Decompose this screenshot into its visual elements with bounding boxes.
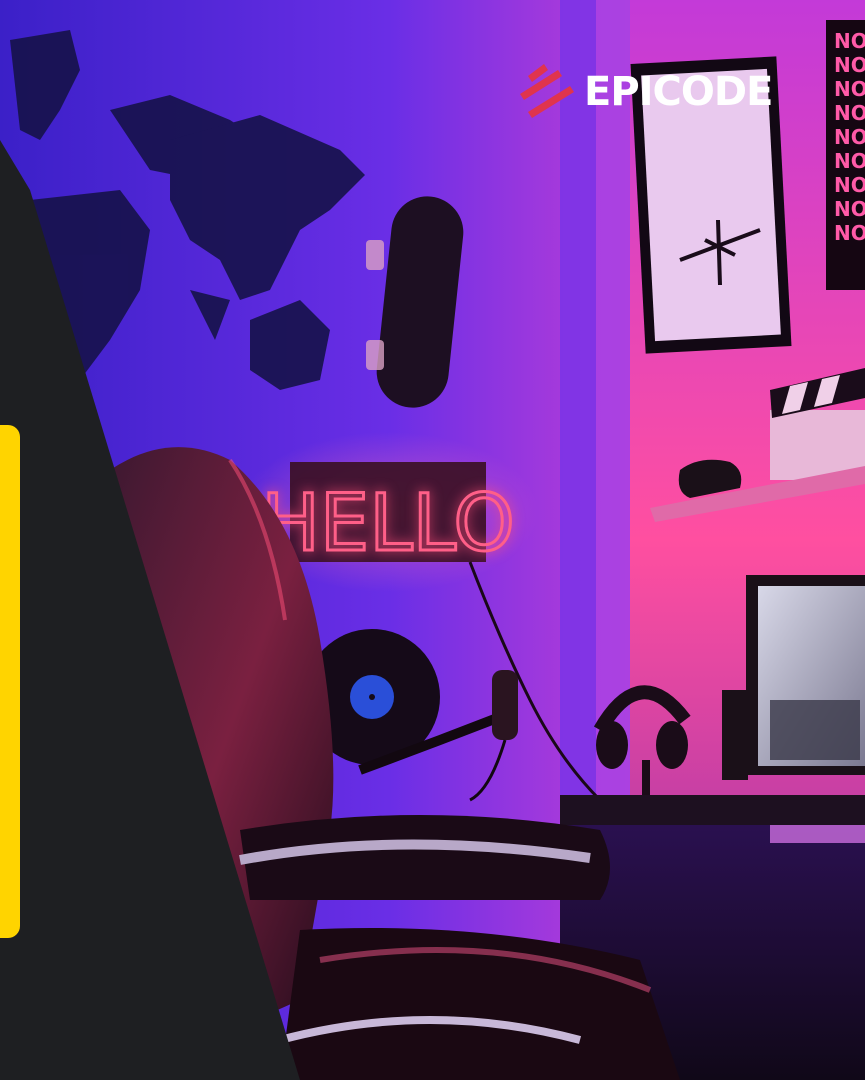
epicode-logo[interactable]: EPICODE: [518, 62, 773, 122]
dark-diagonal-panel: [0, 140, 300, 1080]
brand-name: EPICODE: [584, 69, 773, 115]
yellow-accent-bar: [0, 425, 20, 938]
epicode-slashes-icon: [520, 64, 574, 118]
banner: NOV NOV NOV NOV NO NO NO NO NO HELLO: [0, 0, 865, 1080]
